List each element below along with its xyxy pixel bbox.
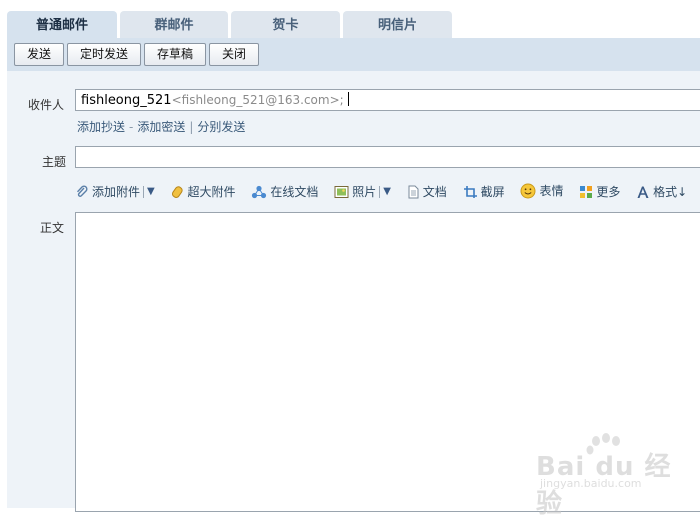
compose-toolbar: 发送 定时发送 存草稿 关闭 <box>7 38 700 71</box>
add-attachment-tool[interactable]: 添加附件 ▼ <box>75 183 155 200</box>
document-icon <box>408 185 419 198</box>
save-draft-button[interactable]: 存草稿 <box>144 43 206 66</box>
text-cursor <box>347 92 349 106</box>
baidu-jingyan-watermark: Bai du 经验 jingyan.baidu.com <box>534 432 694 519</box>
tab-greeting-card[interactable]: 贺卡 <box>231 11 340 38</box>
more-icon <box>580 185 593 198</box>
add-bcc-link[interactable]: 添加密送 <box>137 120 185 134</box>
format-icon <box>637 186 649 198</box>
online-doc-icon <box>252 185 267 198</box>
add-cc-link[interactable]: 添加抄送 <box>77 120 125 134</box>
dash-separator: - <box>129 120 134 134</box>
send-button[interactable]: 发送 <box>14 43 64 66</box>
recipient-input[interactable]: fishleong_521<fishleong_521@163.com>; <box>75 89 700 111</box>
online-doc-tool[interactable]: 在线文档 <box>251 183 318 200</box>
pipe-separator: | <box>189 120 194 134</box>
recipient-address: <fishleong_521@163.com>; <box>171 93 344 107</box>
attachment-toolbar: 添加附件 ▼ 超大附件 在线文档 照片 ▼ 文档 截屏 表情 更多 格式↓ <box>75 182 699 202</box>
document-tool[interactable]: 文档 <box>407 183 447 200</box>
chevron-down-icon[interactable]: ▼ <box>147 186 155 197</box>
tab-postcard[interactable]: 明信片 <box>343 11 452 38</box>
recipient-options: 添加抄送 - 添加密送 | 分别发送 <box>77 118 245 135</box>
emoji-tool[interactable]: 表情 <box>520 182 563 199</box>
large-attachment-tool[interactable]: 超大附件 <box>171 183 236 200</box>
close-button[interactable]: 关闭 <box>209 43 259 66</box>
chevron-down-icon[interactable]: ▼ <box>383 186 391 197</box>
recipient-name[interactable]: fishleong_521 <box>81 93 172 108</box>
tab-bar: 普通邮件 群邮件 贺卡 明信片 <box>0 0 700 38</box>
body-label: 正文 <box>39 221 64 235</box>
screenshot-icon <box>463 185 477 198</box>
separate-send-link[interactable]: 分别发送 <box>197 120 245 134</box>
recipient-label: 收件人 <box>27 98 64 112</box>
paperclip-icon <box>76 184 88 197</box>
smiley-icon <box>520 183 536 198</box>
subject-label: 主题 <box>41 155 66 169</box>
tab-normal-mail[interactable]: 普通邮件 <box>7 11 117 38</box>
photo-icon <box>334 185 349 198</box>
watermark-url: jingyan.baidu.com <box>540 477 642 490</box>
photo-tool[interactable]: 照片 ▼ <box>334 183 391 200</box>
more-tool[interactable]: 更多 <box>579 183 620 200</box>
subject-input[interactable] <box>75 146 700 168</box>
large-attachment-icon <box>171 185 183 198</box>
tab-group-mail[interactable]: 群邮件 <box>120 11 228 38</box>
screenshot-tool[interactable]: 截屏 <box>463 183 505 200</box>
format-tool[interactable]: 格式↓ <box>636 183 687 200</box>
scheduled-send-button[interactable]: 定时发送 <box>67 43 141 66</box>
